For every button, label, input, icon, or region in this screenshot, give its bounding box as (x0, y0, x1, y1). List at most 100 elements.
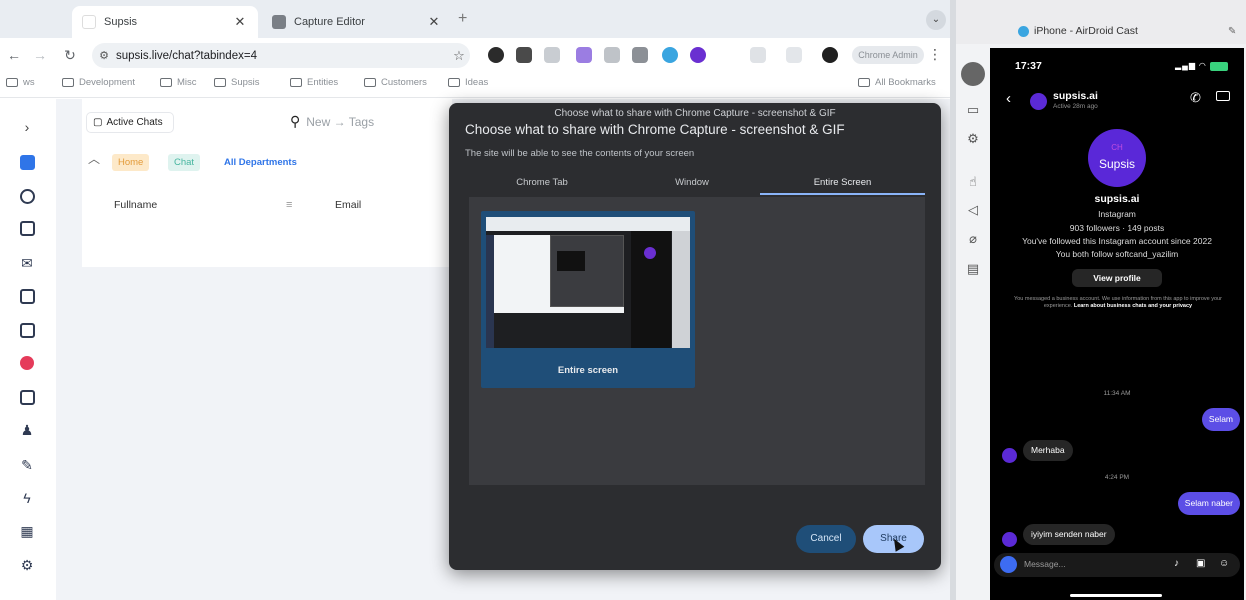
profile-avatar[interactable]: CH Supsis (1088, 129, 1146, 187)
reload-icon[interactable]: ↻ (60, 45, 80, 65)
team-icon[interactable]: ♟ (16, 419, 38, 441)
forward-arrow-icon[interactable]: → (30, 45, 50, 65)
message-outgoing[interactable]: Selam naber (1177, 492, 1240, 515)
grid-icon[interactable]: ▦ (16, 520, 38, 542)
back-arrow-icon[interactable]: ← (4, 45, 24, 65)
download-icon[interactable] (786, 47, 802, 63)
bookmark-folder[interactable]: Entities (290, 77, 338, 88)
extension-icon[interactable] (516, 47, 532, 63)
notice-link[interactable]: Learn about business chats and your priv… (1074, 303, 1192, 309)
profile-card-icon[interactable] (16, 217, 38, 239)
extension-icon[interactable] (632, 47, 648, 63)
active-chats-dropdown[interactable]: ▢ Active Chats (86, 112, 174, 133)
column-header-fullname[interactable]: Fullname (114, 199, 157, 211)
filter-chip-home[interactable]: Home (112, 154, 150, 171)
chat-icon[interactable] (16, 151, 38, 173)
user-avatar-icon[interactable] (961, 62, 985, 86)
edit-icon[interactable]: ✎ (16, 454, 38, 476)
mute-mic-icon[interactable]: ⌀ (962, 229, 984, 249)
view-profile-button[interactable]: View profile (1072, 269, 1162, 287)
tab-window[interactable]: Window (617, 170, 767, 195)
message-composer[interactable]: Message... ♪ ▣ ☺ (994, 553, 1240, 577)
contacts-icon-shape (19, 188, 35, 204)
close-tab-icon[interactable]: ✕ (232, 14, 248, 30)
settings-gear-icon[interactable]: ⚙ (16, 554, 38, 576)
contacts-icon[interactable] (16, 185, 38, 207)
profile-avatar-icon[interactable] (822, 47, 838, 63)
inbox-icon[interactable] (16, 386, 38, 408)
extension-icon[interactable] (488, 47, 504, 63)
tab-chrome-tab[interactable]: Chrome Tab (467, 170, 617, 195)
file-icon[interactable]: ▤ (962, 259, 984, 279)
tab-capture-editor[interactable]: Capture Editor ✕ (262, 6, 452, 38)
airdroid-logo-icon (1018, 26, 1029, 37)
message-outgoing[interactable]: Selam (1201, 408, 1240, 431)
table-icon[interactable] (16, 285, 38, 307)
mutual-follow: You both follow softcand_yazilim (1055, 249, 1179, 259)
sticker-icon[interactable]: ☺ (1219, 558, 1229, 569)
screenshot-icon[interactable]: ▭ (962, 100, 984, 120)
search-placeholder: New → Tags (306, 114, 375, 129)
phone-status-bar: 17:37 ▂▄▆ ◠ (990, 58, 1244, 74)
contact-avatar[interactable] (1030, 93, 1047, 110)
message-incoming[interactable]: Merhaba (1023, 440, 1073, 461)
thumbnail-part (644, 247, 656, 259)
entire-screen-source[interactable]: Entire screen (481, 211, 695, 388)
close-tab-icon[interactable]: ✕ (426, 14, 442, 30)
profile-button[interactable]: Chrome Admin (852, 46, 924, 64)
sender-avatar (1002, 532, 1017, 547)
contact-name[interactable]: supsis.ai (1053, 90, 1098, 102)
menu-kebab-icon[interactable]: ⋮ (928, 46, 942, 63)
tab-search-chevron-icon[interactable]: ⌄ (926, 10, 946, 30)
settings-icon[interactable]: ⚙ (962, 129, 984, 149)
avatar-small-text: CH (1111, 143, 1123, 152)
source-label: Entire screen (557, 365, 619, 376)
dialog-window-title: Choose what to share with Chrome Capture… (554, 108, 836, 119)
message-input[interactable]: Message... (1024, 559, 1066, 569)
video-call-icon[interactable] (1216, 91, 1230, 101)
site-settings-icon[interactable]: ⚙ (92, 49, 116, 62)
extension-icon[interactable] (690, 47, 706, 63)
touch-icon[interactable]: ☝ (962, 172, 984, 192)
address-bar[interactable]: ⚙ supsis.live/chat?tabindex=4 ☆ (92, 43, 470, 68)
bookmark-label: Development (79, 77, 135, 88)
bookmark-folder[interactable]: Customers (364, 77, 427, 88)
phone-call-icon[interactable]: ✆ (1190, 90, 1201, 106)
mail-icon[interactable]: ✉ (16, 252, 38, 274)
search-input[interactable]: ⚲ New → Tags (290, 113, 374, 130)
tab-supsis[interactable]: Supsis ✕ (72, 6, 258, 38)
filter-chip-departments[interactable]: All Departments (218, 154, 303, 171)
column-header-email[interactable]: Email (335, 199, 361, 211)
bolt-icon[interactable]: ϟ (16, 487, 38, 509)
message-incoming[interactable]: iyiyim senden naber (1023, 524, 1115, 545)
new-tab-button[interactable]: + (458, 10, 467, 28)
pin-icon[interactable]: ✎ (1228, 26, 1236, 37)
bookmark-star-icon[interactable]: ☆ (448, 48, 470, 64)
record-icon[interactable] (16, 352, 38, 374)
tab-entire-screen[interactable]: Entire Screen (760, 170, 925, 195)
extension-icon[interactable] (604, 47, 620, 63)
microphone-icon[interactable]: ♪ (1174, 558, 1179, 569)
document-icon[interactable] (16, 319, 38, 341)
extension-icon[interactable] (662, 47, 678, 63)
bookmark-folder[interactable]: Ideas (448, 77, 488, 88)
back-chevron-icon[interactable]: ‹ (1006, 90, 1011, 107)
mute-speaker-icon[interactable]: ◁ (962, 200, 984, 220)
cancel-button[interactable]: Cancel (796, 525, 856, 553)
extension-icon[interactable] (576, 47, 592, 63)
bookmark-folder[interactable]: Supsis (214, 77, 260, 88)
collapse-chevron-icon[interactable]: ︿ (88, 150, 100, 167)
bookmark-folder[interactable]: ws (6, 77, 35, 88)
column-filter-icon[interactable]: ≡ (286, 199, 292, 211)
bookmark-folder[interactable]: Development (62, 77, 135, 88)
tab-title: Capture Editor (294, 16, 365, 28)
all-bookmarks[interactable]: All Bookmarks (858, 77, 936, 88)
camera-icon[interactable] (1000, 556, 1017, 573)
extension-icon[interactable] (544, 47, 560, 63)
gallery-icon[interactable]: ▣ (1196, 558, 1205, 569)
filter-chip-chat[interactable]: Chat (168, 154, 201, 171)
bookmark-folder[interactable]: Misc (160, 77, 197, 88)
expand-chevron-icon[interactable]: › (16, 116, 38, 138)
folder-icon (290, 78, 302, 87)
side-panel-icon[interactable] (750, 47, 766, 63)
